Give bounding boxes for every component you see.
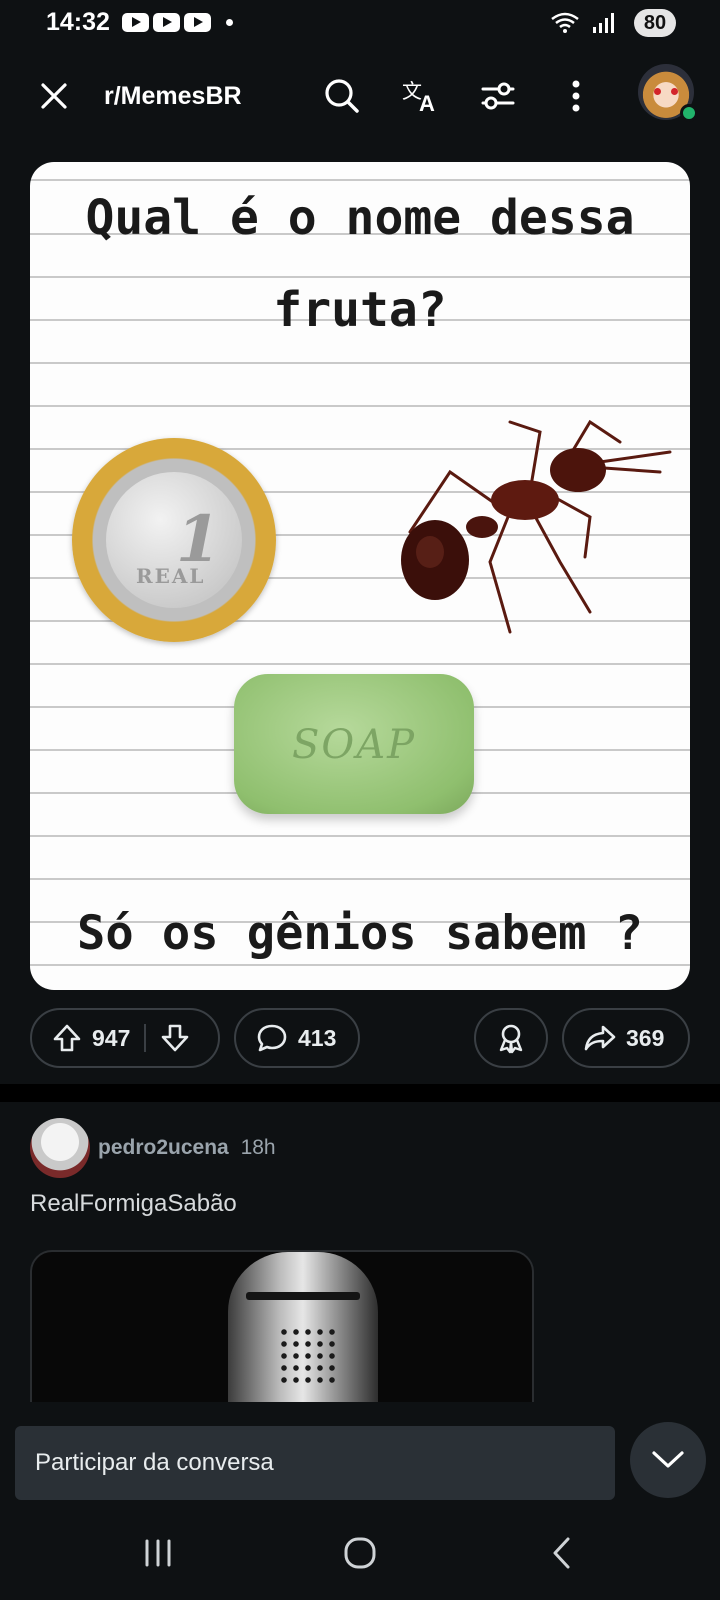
- vote-separator: [144, 1024, 147, 1052]
- youtube-icon: [153, 13, 180, 32]
- author-avatar[interactable]: [30, 1118, 90, 1178]
- collapse-button[interactable]: [630, 1422, 706, 1498]
- post-action-bar: 947 413 369: [30, 1008, 690, 1068]
- comment-bar: Participar da conversa: [0, 1402, 720, 1506]
- comments-button[interactable]: 413: [234, 1008, 360, 1068]
- share-icon: [584, 1025, 616, 1051]
- comment-item: pedro2ucena 18h RealFormigaSabão: [0, 1102, 720, 1420]
- notification-icons: [122, 13, 211, 32]
- soap-label: SOAP: [292, 722, 416, 768]
- home-icon: [344, 1537, 376, 1569]
- meme-question-text: Qual é o nome dessa fruta?: [85, 190, 635, 338]
- filter-button[interactable]: [476, 74, 520, 118]
- author-name[interactable]: pedro2ucena: [98, 1136, 229, 1159]
- search-icon: [325, 79, 359, 113]
- signal-icon: [593, 13, 614, 33]
- post-image[interactable]: Qual é o nome dessa fruta? 1 REAL SOAP S…: [30, 162, 690, 990]
- coin-label: REAL: [136, 564, 206, 588]
- recent-apps-icon: [145, 1539, 171, 1567]
- close-icon: [41, 83, 67, 109]
- subreddit-title[interactable]: r/MemesBR: [104, 82, 242, 111]
- helmet-vents: [278, 1326, 338, 1386]
- online-indicator: [680, 104, 698, 122]
- more-icon: [572, 80, 580, 112]
- ant-image: [401, 419, 672, 634]
- helmet-image: [228, 1252, 378, 1418]
- filter-icon: [481, 82, 515, 110]
- helmet-visor: [246, 1292, 360, 1300]
- back-button[interactable]: [532, 1528, 592, 1578]
- share-count: 369: [626, 1024, 665, 1051]
- coin-center: 1 REAL: [106, 472, 242, 608]
- avatar-eyes: [654, 88, 678, 95]
- svg-text:A: A: [419, 91, 435, 114]
- close-button[interactable]: [34, 76, 74, 116]
- status-indicators: [550, 10, 620, 34]
- upvote-count: 947: [92, 1024, 131, 1051]
- home-button[interactable]: [330, 1528, 390, 1578]
- status-time: 14:32: [46, 8, 110, 36]
- status-bar: 14:32 80: [0, 0, 720, 48]
- share-button[interactable]: 369: [562, 1008, 690, 1068]
- post-time: 18h: [240, 1136, 276, 1159]
- award-icon: [499, 1024, 523, 1054]
- soap-image: SOAP: [234, 674, 474, 814]
- award-button[interactable]: [474, 1008, 548, 1068]
- downvote-icon[interactable]: [160, 1023, 190, 1053]
- post-divider: [0, 1084, 720, 1102]
- author-line: pedro2ucena 18h: [98, 1136, 276, 1160]
- system-nav-bar: [0, 1506, 720, 1600]
- comment-text: RealFormigaSabão: [30, 1190, 237, 1217]
- search-button[interactable]: [320, 74, 364, 118]
- youtube-icon: [122, 13, 149, 32]
- coin-image: 1 REAL: [72, 438, 276, 642]
- vote-pill: 947: [30, 1008, 220, 1068]
- app-header: r/MemesBR 文 A: [0, 60, 720, 132]
- user-avatar-button[interactable]: [638, 64, 698, 124]
- comment-icon: [257, 1024, 287, 1052]
- comment-image[interactable]: [30, 1250, 534, 1420]
- recent-apps-button[interactable]: [128, 1528, 188, 1578]
- youtube-icon: [184, 13, 211, 32]
- comment-count: 413: [298, 1024, 337, 1051]
- back-icon: [553, 1537, 570, 1569]
- translate-icon: 文 A: [402, 79, 435, 114]
- meme-bottom-text: Só os gênios sabem ?: [77, 906, 643, 961]
- translate-button[interactable]: 文 A: [398, 74, 442, 118]
- join-conversation-input[interactable]: Participar da conversa: [15, 1426, 615, 1500]
- chevron-down-icon: [652, 1451, 684, 1468]
- more-notifications-dot: [226, 19, 233, 26]
- battery-badge: 80: [634, 9, 676, 37]
- wifi-icon: [551, 12, 579, 33]
- more-button[interactable]: [554, 74, 598, 118]
- upvote-icon[interactable]: [52, 1023, 82, 1053]
